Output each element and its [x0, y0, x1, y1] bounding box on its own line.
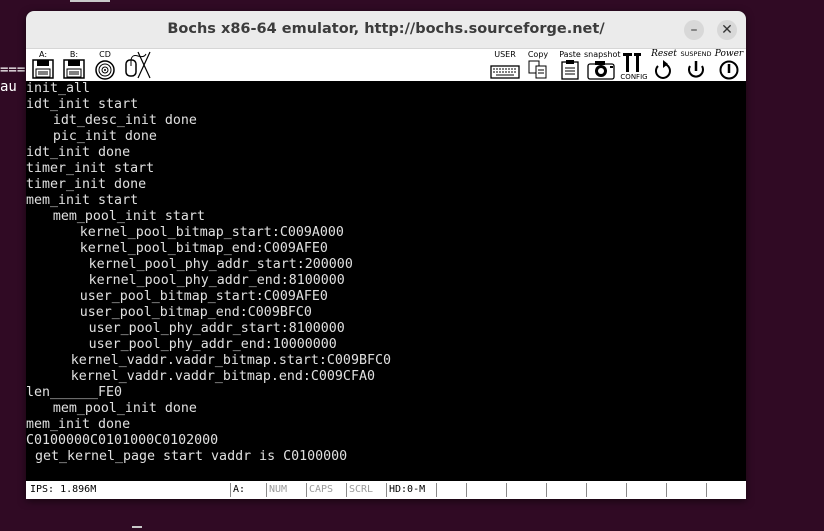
console-line: user_pool_bitmap_end:C009BFC0	[79, 305, 312, 320]
status-slot	[666, 483, 706, 497]
console-line: mem_pool_init start	[52, 209, 205, 224]
reset-icon	[655, 60, 671, 79]
mouse-button[interactable]	[122, 49, 152, 81]
paste-button[interactable]: Paste	[556, 49, 584, 81]
console-line: get_kernel_page start vaddr is C0100000	[34, 449, 348, 464]
floppy-b-button[interactable]: B:	[60, 49, 88, 81]
console-line: kernel_pool_phy_addr_start:200000	[88, 257, 353, 272]
status-slot	[546, 483, 586, 497]
scroll-lock-indicator: SCRL	[346, 483, 386, 497]
console-line: len______FE0	[26, 385, 123, 400]
paste-icon	[561, 60, 579, 80]
console-line: mem_init start	[26, 193, 139, 208]
ips-indicator: IPS: 1.896M	[30, 484, 97, 495]
floppy-a-icon	[32, 59, 54, 79]
console-line: kernel_pool_bitmap_end:C009AFE0	[79, 241, 328, 256]
close-button[interactable]: ✕	[717, 20, 737, 40]
floppy-b-icon	[63, 59, 85, 79]
drive-indicator: A:	[230, 483, 266, 497]
emulator-screen[interactable]: init_all idt_init start idt_desc_init done…	[26, 81, 746, 481]
background-divider	[70, 0, 110, 2]
snapshot-button[interactable]: snapshot	[584, 49, 621, 81]
reset-button[interactable]: Reset	[650, 49, 678, 81]
console-line: kernel_pool_bitmap_start:C009A000	[79, 225, 344, 240]
console-line: kernel_vaddr.vaddr_bitmap.end:C009CFA0	[70, 369, 375, 384]
console-line: C0100000C0101000C0102000	[26, 433, 219, 448]
console-line: timer_init start	[26, 161, 155, 176]
config-button[interactable]: CONFIG	[620, 49, 648, 81]
caps-lock-indicator: CAPS	[306, 483, 346, 497]
console-line: timer_init done	[26, 177, 147, 192]
console-line: user_pool_phy_addr_end:10000000	[88, 337, 337, 352]
status-slot	[436, 483, 466, 497]
camera-icon	[587, 61, 615, 80]
suspend-button[interactable]: SUSPEND	[678, 49, 714, 81]
console-line: user_pool_bitmap_start:C009AFE0	[79, 289, 328, 304]
power-icon	[719, 60, 739, 80]
window-title: Bochs x86-64 emulator, http://bochs.sour…	[167, 21, 605, 37]
mouse-icon	[125, 51, 151, 79]
power-button[interactable]: Power	[714, 49, 744, 81]
status-bar: IPS: 1.896M A: NUM CAPS SCRL HD:0-M	[26, 481, 746, 499]
background-terminal-line: ===	[0, 62, 26, 78]
bochs-toolbar: A: B: CD USER Copy Paste snapshot CONFIG…	[26, 49, 746, 81]
background-terminal-line: au	[0, 79, 17, 95]
console-line: idt_init done	[26, 145, 131, 160]
cdrom-icon	[95, 60, 115, 80]
background-divider	[132, 526, 142, 528]
status-slot	[626, 483, 666, 497]
console-line: mem_init done	[26, 417, 131, 432]
console-line: kernel_pool_phy_addr_end:8100000	[88, 273, 345, 288]
config-icon	[623, 53, 641, 72]
suspend-icon	[688, 61, 704, 78]
copy-icon	[528, 60, 547, 79]
status-slot	[586, 483, 626, 497]
floppy-a-button[interactable]: A:	[29, 49, 57, 81]
console-line: mem_pool_init done	[52, 401, 197, 416]
status-slot	[466, 483, 506, 497]
console-line: pic_init done	[52, 129, 157, 144]
cdrom-button[interactable]: CD	[91, 49, 119, 81]
console-line: user_pool_phy_addr_start:8100000	[88, 321, 345, 336]
console-line: idt_init start	[26, 97, 139, 112]
status-slot	[506, 483, 546, 497]
status-slot	[706, 483, 746, 497]
minimize-button[interactable]: –	[684, 20, 704, 40]
hd-indicator: HD:0-M	[386, 483, 436, 497]
console-line: kernel_vaddr.vaddr_bitmap.start:C009BFC0	[70, 353, 391, 368]
bochs-window: Bochs x86-64 emulator, http://bochs.sour…	[26, 11, 746, 499]
console-line: idt_desc_init done	[52, 113, 197, 128]
console-line: init_all	[26, 81, 91, 96]
copy-button[interactable]: Copy	[525, 49, 551, 81]
keyboard-icon	[490, 65, 520, 79]
num-lock-indicator: NUM	[266, 483, 306, 497]
user-keyboard-button[interactable]: USER	[488, 49, 522, 81]
title-bar[interactable]: Bochs x86-64 emulator, http://bochs.sour…	[26, 11, 746, 49]
